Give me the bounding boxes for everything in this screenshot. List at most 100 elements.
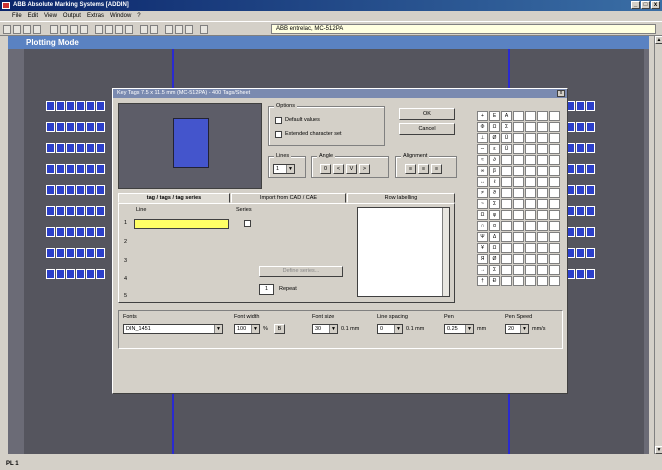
row-labelling-textbox[interactable] — [357, 207, 450, 297]
charmap-cell[interactable]: ∞ — [477, 166, 488, 176]
textbox-scrollbar[interactable] — [442, 208, 449, 296]
charmap-cell[interactable] — [513, 199, 524, 209]
charmap-cell[interactable] — [501, 276, 512, 286]
charmap-cell[interactable] — [501, 177, 512, 187]
charmap-cell[interactable] — [537, 210, 548, 220]
charmap-cell[interactable] — [537, 166, 548, 176]
print-icon[interactable] — [33, 25, 41, 34]
angle-0-button[interactable]: 0 — [320, 164, 331, 174]
charmap-cell[interactable]: ε — [489, 144, 500, 154]
device-field[interactable]: ABB entrelac, MC-512PA — [271, 24, 656, 34]
charmap-cell[interactable] — [513, 111, 524, 121]
charmap-cell[interactable]: ≈ — [477, 155, 488, 165]
font-width-select[interactable]: 100 ▼ — [234, 324, 260, 334]
charmap-cell[interactable] — [537, 254, 548, 264]
charmap-cell[interactable] — [537, 232, 548, 242]
charmap-cell[interactable] — [513, 144, 524, 154]
pen-icon[interactable] — [50, 25, 58, 34]
charmap-cell[interactable] — [549, 199, 560, 209]
charmap-cell[interactable] — [537, 221, 548, 231]
charmap-cell[interactable] — [549, 265, 560, 275]
line-1-input[interactable] — [134, 219, 229, 229]
charmap-cell[interactable] — [537, 188, 548, 198]
charmap-cell[interactable] — [525, 243, 536, 253]
charmap-cell[interactable]: ↔ — [477, 177, 488, 187]
menu-help[interactable]: ? — [137, 11, 140, 21]
charmap-cell[interactable] — [501, 243, 512, 253]
charmap-cell[interactable] — [537, 122, 548, 132]
charmap-cell[interactable] — [537, 199, 548, 209]
charmap-cell[interactable] — [525, 221, 536, 231]
scroll-up-icon[interactable]: ▲ — [655, 36, 662, 44]
charmap-cell[interactable]: α — [489, 221, 500, 231]
charmap-cell[interactable] — [501, 221, 512, 231]
charmap-cell[interactable] — [549, 166, 560, 176]
charmap-cell[interactable] — [513, 232, 524, 242]
charmap-cell[interactable] — [549, 221, 560, 231]
charmap-cell[interactable]: Δ — [489, 232, 500, 242]
charmap-cell[interactable] — [549, 188, 560, 198]
charmap-cell[interactable] — [549, 155, 560, 165]
charmap-cell[interactable] — [501, 265, 512, 275]
charmap-cell[interactable] — [525, 122, 536, 132]
charmap-cell[interactable] — [525, 188, 536, 198]
new-icon[interactable] — [3, 25, 11, 34]
save-icon[interactable] — [23, 25, 31, 34]
layout-icon[interactable] — [80, 25, 88, 34]
grid-icon[interactable] — [175, 25, 183, 34]
charmap-cell[interactable] — [525, 265, 536, 275]
charmap-cell[interactable]: Ð — [489, 276, 500, 286]
charmap-cell[interactable] — [513, 210, 524, 220]
charmap-cell[interactable] — [525, 254, 536, 264]
charmap-cell[interactable] — [501, 254, 512, 264]
charmap-cell[interactable] — [525, 210, 536, 220]
charmap-cell[interactable] — [513, 122, 524, 132]
charmap-cell[interactable]: Ω — [477, 210, 488, 220]
charmap-cell[interactable] — [513, 188, 524, 198]
charmap-cell[interactable] — [525, 232, 536, 242]
default-values-checkbox[interactable] — [275, 117, 282, 124]
charmap-cell[interactable]: ⊥ — [477, 133, 488, 143]
pen-speed-select[interactable]: 20 ▼ — [505, 324, 529, 334]
charmap-cell[interactable] — [537, 111, 548, 121]
charmap-cell[interactable]: ¥ — [477, 243, 488, 253]
charmap-cell[interactable]: ϑ — [489, 188, 500, 198]
align-right-button[interactable]: ≡ — [431, 164, 442, 174]
left-icon[interactable] — [140, 25, 148, 34]
charmap-cell[interactable] — [549, 276, 560, 286]
menu-extras[interactable]: Extras — [87, 11, 104, 21]
charmap-cell[interactable] — [537, 177, 548, 187]
charmap-cell[interactable] — [549, 111, 560, 121]
charmap-cell[interactable]: Ω — [489, 122, 500, 132]
charmap-cell[interactable] — [525, 133, 536, 143]
charmap-cell[interactable] — [525, 177, 536, 187]
maximize-button[interactable]: □ — [641, 1, 650, 9]
charmap-cell[interactable] — [537, 265, 548, 275]
charmap-cell[interactable] — [549, 144, 560, 154]
charmap-cell[interactable] — [513, 265, 524, 275]
dialog-close-button[interactable]: x — [557, 90, 565, 97]
menu-view[interactable]: View — [44, 11, 57, 21]
angle-left-button[interactable]: < — [333, 164, 344, 174]
font-size-select[interactable]: 30 ▼ — [312, 324, 338, 334]
charmap-cell[interactable] — [525, 166, 536, 176]
menu-file[interactable]: File — [12, 11, 22, 21]
charmap-cell[interactable]: Σ — [501, 122, 512, 132]
series-1-checkbox[interactable] — [244, 220, 251, 227]
charmap-cell[interactable]: Ω — [489, 243, 500, 253]
charmap-cell[interactable]: Ø — [489, 254, 500, 264]
charmap-cell[interactable] — [525, 144, 536, 154]
charmap-cell[interactable]: † — [477, 276, 488, 286]
plot-icon[interactable] — [70, 25, 78, 34]
plot-view-icon[interactable] — [185, 25, 193, 34]
charmap-cell[interactable]: ∼ — [477, 144, 488, 154]
charmap-cell[interactable] — [513, 243, 524, 253]
charmap-cell[interactable]: Σ — [489, 265, 500, 275]
charmap-cell[interactable] — [513, 155, 524, 165]
charmap-cell[interactable] — [549, 210, 560, 220]
charmap-cell[interactable] — [501, 155, 512, 165]
repeat-input[interactable]: 1 — [259, 284, 274, 295]
extended-charset-checkbox[interactable] — [275, 131, 282, 138]
text-icon[interactable] — [125, 25, 133, 34]
charmap-cell[interactable] — [513, 276, 524, 286]
